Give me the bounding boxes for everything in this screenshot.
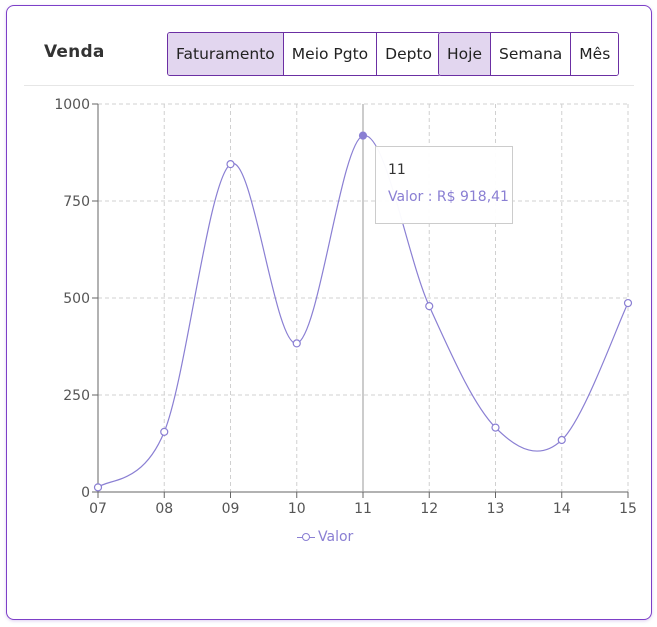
x-tick-label: 09 [222, 501, 240, 517]
data-point [557, 435, 566, 445]
chart-tooltip: 11 Valor : R$ 918,41 [375, 146, 513, 224]
y-tick-label: 500 [63, 291, 90, 307]
x-tick-label: 10 [288, 501, 306, 517]
x-tick-label: 11 [354, 501, 372, 517]
data-point [491, 423, 500, 432]
chart-legend[interactable]: Valor [297, 529, 353, 545]
y-tick-label: 750 [63, 194, 90, 210]
data-point [623, 298, 633, 308]
data-point [358, 131, 368, 140]
y-tick-label: 0 [81, 485, 90, 501]
data-point [292, 339, 301, 348]
legend-label: Valor [318, 529, 354, 545]
x-tick-label: 12 [420, 501, 438, 517]
x-tick-label: 13 [487, 501, 505, 517]
data-point [93, 483, 103, 492]
y-tick-label: 1000 [54, 97, 90, 113]
x-tick-label: 15 [619, 501, 637, 517]
tooltip-value: Valor : R$ 918,41 [388, 189, 509, 205]
legend-marker-icon [297, 531, 315, 543]
data-point [226, 160, 235, 169]
x-tick-label: 14 [553, 501, 571, 517]
data-point [160, 427, 169, 436]
x-tick-label: 08 [155, 501, 173, 517]
y-tick-label: 250 [63, 388, 90, 404]
tooltip-label: 11 [388, 162, 406, 178]
data-point [425, 302, 434, 311]
x-tick-label: 07 [89, 501, 107, 517]
